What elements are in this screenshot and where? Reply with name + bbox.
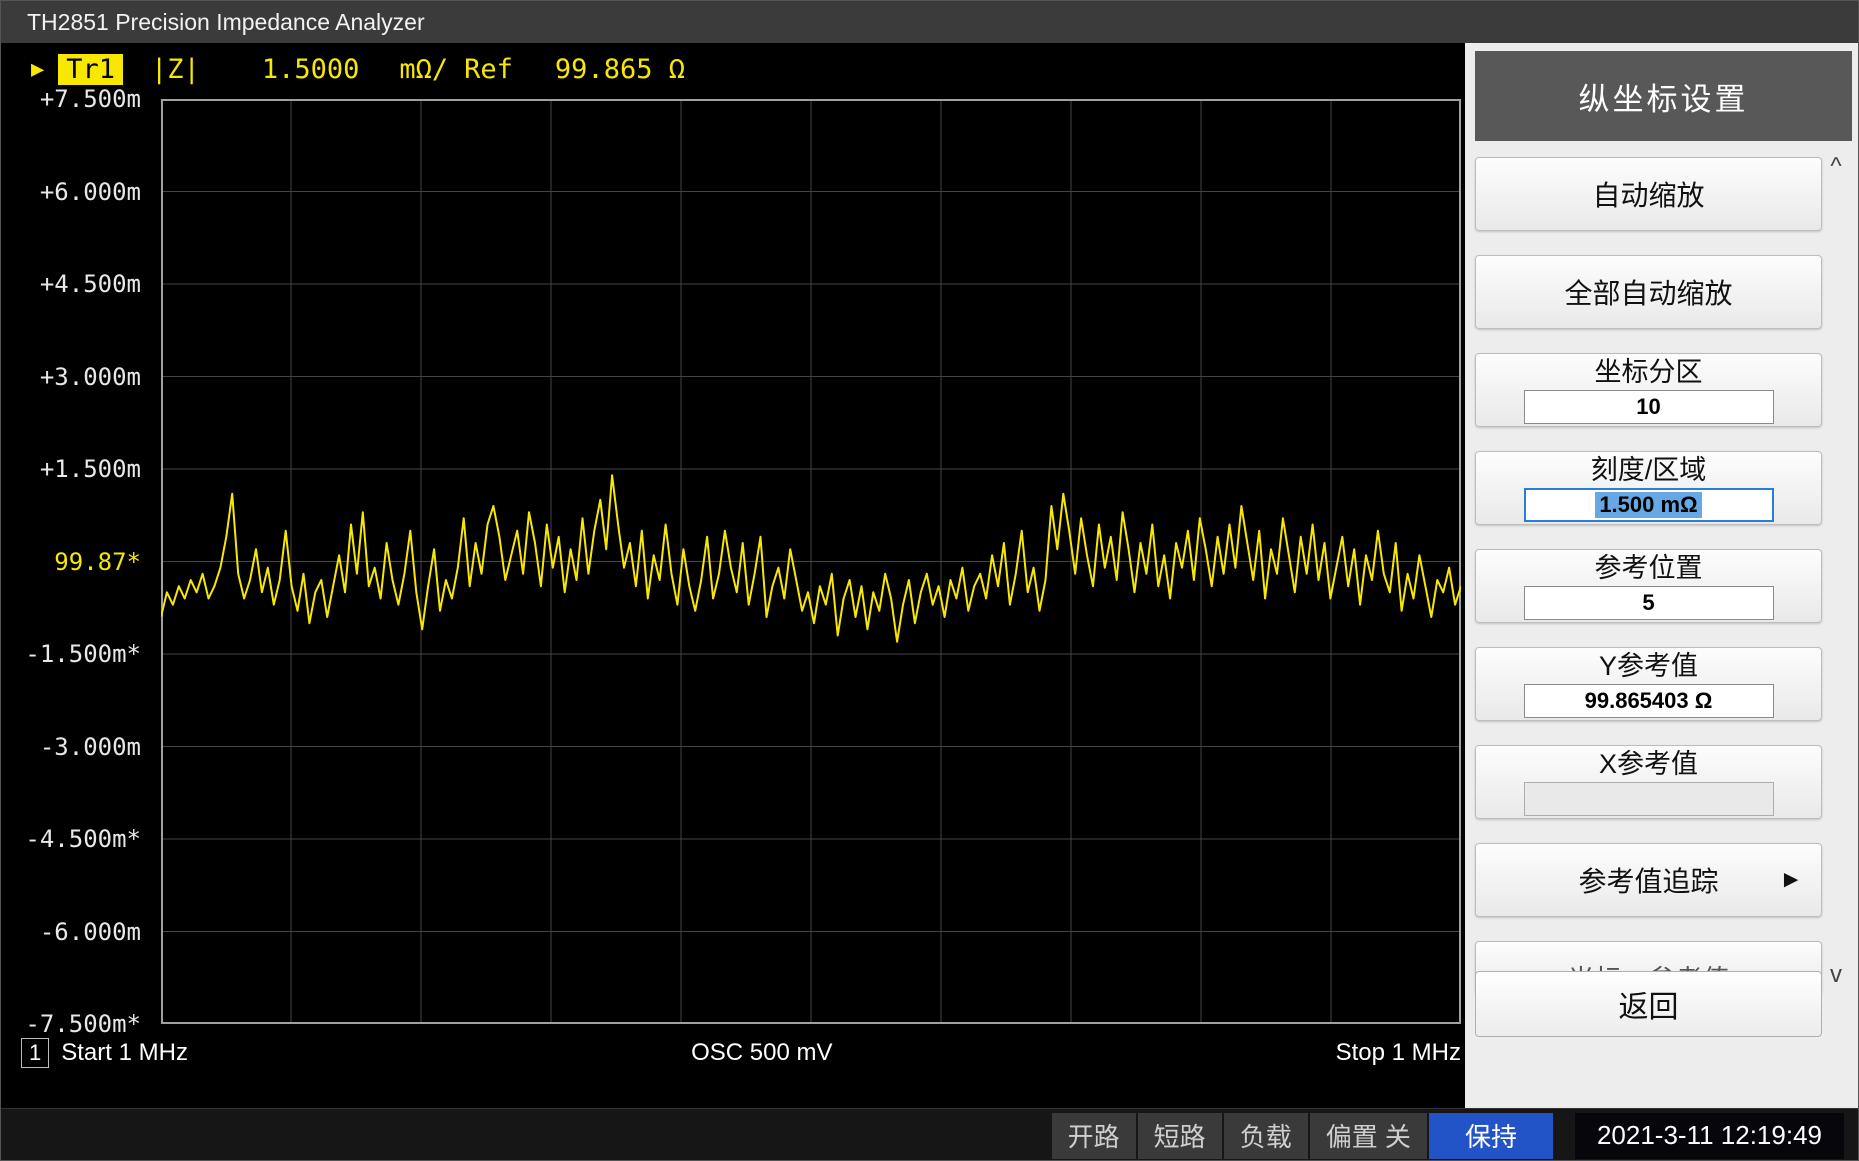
divisions-field-label: 坐标分区 [1595,357,1703,387]
y-tick-label: +1.500m [40,455,141,483]
y-tick-label: -1.500m* [25,640,141,668]
auto-scale-all-button[interactable]: 全部自动缩放 [1475,255,1822,329]
reference-position-field-input[interactable]: 5 [1524,586,1774,620]
x-axis-labels: 1 Start 1 MHz OSC 500 mV Stop 1 MHz [21,1038,1461,1068]
y-ref-tick-label: 99.87* [54,548,141,576]
auto-scale-all-button-label: 全部自动缩放 [1564,272,1732,312]
y-tick-label: +6.000m [40,178,141,206]
auto-scale-button[interactable]: 自动缩放 [1475,157,1822,231]
y-tick-label: -6.000m [40,918,141,946]
scale-per-division-field[interactable]: 刻度/区域 1.500 mΩ [1475,451,1822,525]
trace-parameter-label: |Z| [151,54,200,85]
datetime-display: 2021-3-11 12:19:49 [1575,1113,1844,1159]
y-tick-label: -7.500m* [25,1010,141,1038]
scroll-down-icon[interactable]: v [1824,963,1848,987]
y-reference-value-field-label: Y参考值 [1599,651,1698,681]
trace-ref-value: 99.865 Ω [555,54,685,85]
sidebar-header: 纵坐标设置 [1475,51,1852,141]
y-reference-value-field[interactable]: Y参考值 99.865403 Ω [1475,647,1822,721]
sidebar-items: 自动缩放全部自动缩放坐标分区 10 刻度/区域 1.500 mΩ 参考位置 5 Y参考值 99… [1475,157,1822,995]
divisions-field-input[interactable]: 10 [1524,390,1774,424]
submenu-arrow-icon: ► [1779,866,1803,894]
auto-scale-button-label: 自动缩放 [1592,174,1704,214]
bias-toggle-button[interactable]: 偏置 关 [1310,1113,1427,1159]
y-reference-value-field-input[interactable]: 99.865403 Ω [1524,684,1774,718]
instrument-screen: TH2851 Precision Impedance Analyzer ▶ Tr… [0,0,1859,1161]
load-correction-button[interactable]: 负载 [1224,1113,1308,1159]
x-reference-value-field[interactable]: X参考值 [1475,745,1822,819]
channel-number-badge: 1 [21,1038,49,1068]
chart-region: ▶ Tr1 |Z| 1.5000 mΩ/ Ref 99.865 Ω +7.500… [1,43,1465,1108]
back-button[interactable]: 返回 [1475,971,1822,1037]
y-tick-label: +7.500m [40,85,141,113]
plot-area: +7.500m+6.000m+4.500m+3.000m+1.500m99.87… [161,99,1461,1024]
hold-button[interactable]: 保持 [1429,1113,1553,1159]
reference-position-field-label: 参考位置 [1595,553,1703,583]
short-correction-button[interactable]: 短路 [1138,1113,1222,1159]
y-tick-label: -4.500m* [25,825,141,853]
trace-scale-unit: mΩ/ [399,54,448,85]
x-reference-value-field-label: X参考值 [1599,749,1698,779]
divisions-field[interactable]: 坐标分区 10 [1475,353,1822,427]
reference-position-field[interactable]: 参考位置 5 [1475,549,1822,623]
scale-per-division-field-label: 刻度/区域 [1591,455,1707,485]
scale-per-division-field-value-text: 1.500 mΩ [1595,492,1701,518]
reference-position-field-value-text: 5 [1642,590,1654,616]
y-reference-value-field-value-text: 99.865403 Ω [1585,688,1713,714]
start-frequency-label: Start 1 MHz [61,1039,188,1067]
plot-svg [161,99,1461,1024]
divisions-field-value-text: 10 [1636,394,1660,420]
y-tick-label: +3.000m [40,363,141,391]
active-trace-arrow-icon: ▶ [31,57,44,82]
bottom-buttons: 开路短路负载偏置 关保持 [1050,1113,1553,1159]
open-correction-button[interactable]: 开路 [1052,1113,1136,1159]
trace-header: ▶ Tr1 |Z| 1.5000 mΩ/ Ref 99.865 Ω [31,51,1465,87]
trace-name-badge[interactable]: Tr1 [58,54,123,85]
window-title: TH2851 Precision Impedance Analyzer [27,9,425,36]
reference-tracking-button[interactable]: 参考值追踪 ► [1475,843,1822,917]
trace-ref-label: Ref [464,54,513,85]
x-start-label: 1 Start 1 MHz [21,1038,188,1068]
osc-level-label: OSC 500 mV [691,1039,832,1067]
y-axis-labels: +7.500m+6.000m+4.500m+3.000m+1.500m99.87… [1,99,149,1024]
y-tick-label: -3.000m [40,733,141,761]
sidebar: 纵坐标设置 自动缩放全部自动缩放坐标分区 10 刻度/区域 1.500 mΩ 参考位置 5… [1465,43,1858,1108]
title-bar: TH2851 Precision Impedance Analyzer [1,1,1858,43]
scroll-up-icon[interactable]: ^ [1824,155,1848,179]
main-area: ▶ Tr1 |Z| 1.5000 mΩ/ Ref 99.865 Ω +7.500… [1,43,1858,1108]
stop-frequency-label: Stop 1 MHz [1336,1039,1461,1067]
trace-scale-value: 1.5000 [262,54,360,85]
x-reference-value-field-input[interactable] [1524,782,1774,816]
scale-per-division-field-input[interactable]: 1.500 mΩ [1524,488,1774,522]
y-tick-label: +4.500m [40,270,141,298]
reference-tracking-button-label: 参考值追踪 [1578,860,1718,900]
bottom-bar: 开路短路负载偏置 关保持 2021-3-11 12:19:49 [1,1108,1858,1161]
